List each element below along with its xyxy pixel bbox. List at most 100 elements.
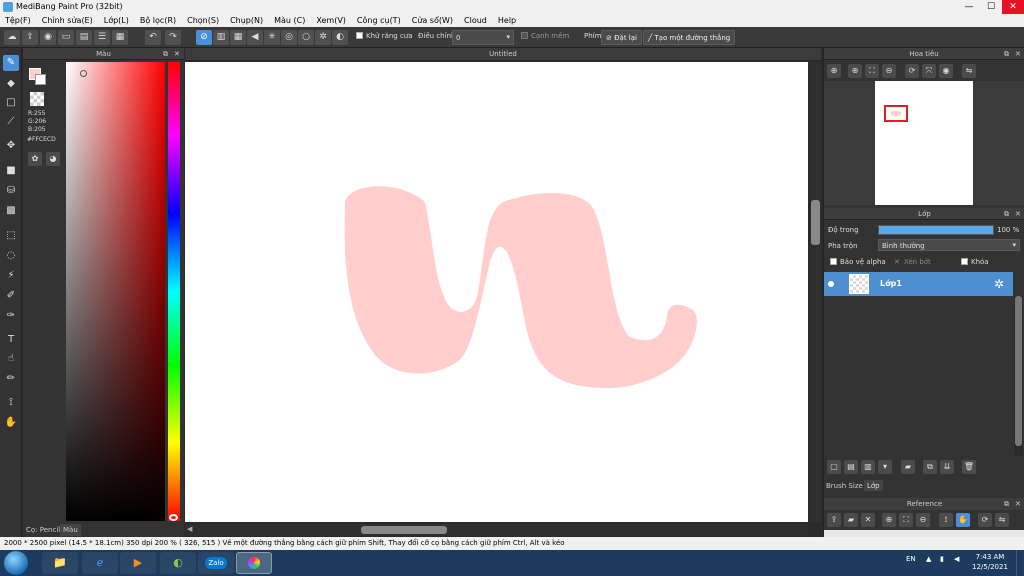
volume-icon[interactable]: ◀: [954, 555, 959, 563]
zoom-icon[interactable]: ⊕: [827, 64, 841, 78]
minimize-button[interactable]: —: [958, 0, 980, 14]
close-reference-icon[interactable]: ✕: [861, 513, 875, 527]
panel-icon[interactable]: ▤: [76, 30, 92, 45]
undock-icon[interactable]: ⧉: [1004, 498, 1009, 510]
magic-wand-tool-icon[interactable]: ⚡: [3, 268, 19, 284]
export-icon[interactable]: ⇪: [22, 30, 38, 45]
circle-snap-icon[interactable]: ○: [298, 30, 314, 45]
move-tool-icon[interactable]: ✥: [3, 138, 19, 154]
close-panel-icon[interactable]: ✕: [1015, 208, 1021, 220]
opacity-slider[interactable]: [878, 225, 994, 235]
picker-cursor-icon[interactable]: [80, 70, 87, 77]
soft-edge-checkbox[interactable]: Cạnh mềm: [521, 32, 569, 40]
dot-brush-tool-icon[interactable]: ⟋: [3, 114, 19, 130]
radial-snap-icon[interactable]: ✳: [264, 30, 280, 45]
viewport-indicator[interactable]: [884, 105, 908, 122]
zalo-icon[interactable]: Zalo: [198, 552, 234, 574]
flip-icon[interactable]: ⇋: [962, 64, 976, 78]
zoom-out-icon[interactable]: ⊖: [882, 64, 896, 78]
operation-tool-icon[interactable]: ☝: [3, 351, 19, 367]
eraser-tool-icon[interactable]: ◆: [3, 76, 19, 92]
settings-gear-icon[interactable]: ✲: [315, 30, 331, 45]
undock-icon[interactable]: ⧉: [1004, 48, 1009, 60]
transparent-swatch[interactable]: [30, 92, 44, 106]
select-tool-icon[interactable]: ⬚: [3, 228, 19, 244]
tab-brush-size[interactable]: Brush Size: [826, 482, 863, 490]
concentric-snap-icon[interactable]: ◎: [281, 30, 297, 45]
menu-tools[interactable]: Công cụ(T): [352, 14, 407, 27]
vertical-scroll-thumb[interactable]: [811, 200, 820, 245]
menu-color[interactable]: Màu (C): [269, 14, 311, 27]
menu-layer[interactable]: Lớp(L): [99, 14, 135, 27]
language-indicator[interactable]: EN: [906, 555, 916, 563]
curve-snap-icon[interactable]: ◐: [332, 30, 348, 45]
show-desktop-button[interactable]: [1016, 550, 1024, 576]
hue-slider[interactable]: [168, 62, 180, 521]
close-panel-icon[interactable]: ✕: [1015, 498, 1021, 510]
antialias-checkbox[interactable]: Khử răng cưa: [356, 32, 413, 40]
close-panel-icon[interactable]: ✕: [174, 48, 180, 60]
lasso-tool-icon[interactable]: ◌: [3, 248, 19, 264]
ban-snap-icon[interactable]: ⊘: [196, 30, 212, 45]
cloud-icon[interactable]: ☁: [4, 30, 20, 45]
merge-layer-icon[interactable]: ⇊: [940, 460, 954, 474]
close-button[interactable]: ✕: [1002, 0, 1024, 14]
upload-icon[interactable]: ⇪: [827, 513, 841, 527]
comment-icon[interactable]: ◉: [40, 30, 56, 45]
menu-file[interactable]: Tệp(F): [0, 14, 37, 27]
internet-explorer-icon[interactable]: ℯ: [82, 552, 118, 574]
lock-checkbox[interactable]: Khóa: [961, 258, 989, 266]
list-icon[interactable]: ☰: [94, 30, 110, 45]
flip-icon[interactable]: ⇋: [995, 513, 1009, 527]
bucket-tool-icon[interactable]: ⛁: [3, 183, 19, 199]
grid-icon[interactable]: ▦: [112, 30, 128, 45]
grid-snap-icon[interactable]: ▦: [230, 30, 246, 45]
delete-layer-icon[interactable]: 🗑: [962, 460, 976, 474]
zoom-out-icon[interactable]: ⊖: [916, 513, 930, 527]
menu-snap[interactable]: Chụp(N): [225, 14, 269, 27]
drawing-canvas[interactable]: [185, 62, 808, 522]
menu-help[interactable]: Help: [493, 14, 522, 27]
fit-icon[interactable]: ⛶: [865, 64, 879, 78]
new-halftone-layer-icon[interactable]: ▤: [844, 460, 858, 474]
tab-color[interactable]: Màu: [60, 524, 81, 536]
document-tab[interactable]: Untitled: [185, 48, 821, 60]
create-line-button[interactable]: ╱ Tạo một đường thẳng: [643, 30, 736, 45]
layer-row[interactable]: Lớp1 ✲: [824, 272, 1013, 296]
undock-icon[interactable]: ⧉: [1004, 208, 1009, 220]
menu-filter[interactable]: Bộ lọc(R): [135, 14, 182, 27]
eyedropper-tool-icon[interactable]: ⟟: [3, 395, 19, 411]
zoom-in-icon[interactable]: ⊕: [882, 513, 896, 527]
undo-icon[interactable]: ↶: [145, 30, 161, 45]
divide-tool-icon[interactable]: ✏: [3, 371, 19, 387]
select-pen-tool-icon[interactable]: ✐: [3, 288, 19, 304]
hand-icon[interactable]: ✋: [956, 513, 970, 527]
hand-tool-icon[interactable]: ✋: [3, 415, 19, 431]
media-player-icon[interactable]: ▶: [120, 552, 156, 574]
palette-icon[interactable]: ✿: [28, 152, 42, 166]
hue-handle[interactable]: [169, 514, 178, 521]
network-icon[interactable]: ▮: [940, 555, 944, 563]
perspective-snap-icon[interactable]: ◀: [247, 30, 263, 45]
brush-tool-icon[interactable]: ✎: [3, 55, 19, 71]
close-panel-icon[interactable]: ✕: [1015, 48, 1021, 60]
layer-settings-gear-icon[interactable]: ✲: [994, 277, 1004, 291]
menu-view[interactable]: Xem(V): [311, 14, 352, 27]
tab-layer[interactable]: Lớp: [864, 480, 883, 491]
actual-size-icon[interactable]: ⤧: [922, 64, 936, 78]
windows-start-icon[interactable]: [4, 551, 28, 575]
redo-icon[interactable]: ↷: [165, 30, 181, 45]
zoom-in-icon[interactable]: ⊕: [848, 64, 862, 78]
reset-view-icon[interactable]: ◉: [939, 64, 953, 78]
eyedropper-icon[interactable]: ⟟: [939, 513, 953, 527]
secondary-color-swatch[interactable]: [35, 74, 46, 85]
tray-arrow-icon[interactable]: ▲: [926, 555, 931, 563]
visibility-eye-icon[interactable]: [828, 281, 834, 287]
vertical-scrollbar[interactable]: [810, 62, 821, 522]
menu-edit[interactable]: Chỉnh sửa(E): [37, 14, 99, 27]
adjust-select[interactable]: 0 ▾: [452, 30, 514, 45]
parallel-snap-icon[interactable]: ▥: [213, 30, 229, 45]
gradient-tool-icon[interactable]: ▩: [3, 203, 19, 219]
open-folder-icon[interactable]: ▰: [844, 513, 858, 527]
horizontal-scrollbar[interactable]: ◀: [185, 524, 808, 536]
